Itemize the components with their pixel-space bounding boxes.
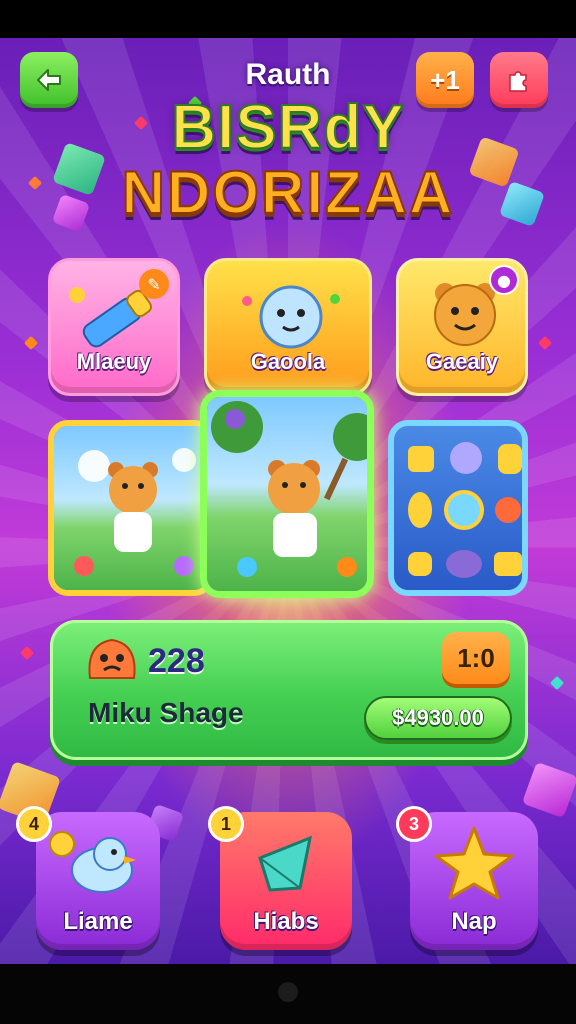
player-score: 228 — [148, 642, 205, 680]
bear-character-icon — [74, 448, 196, 576]
home-indicator[interactable] — [278, 982, 298, 1002]
sparkle-decoration — [549, 675, 565, 691]
sparkle-decoration — [23, 335, 39, 351]
sparkle-decoration — [537, 335, 553, 351]
game-title-line1: BISRdY — [170, 92, 405, 163]
category-tile-2[interactable]: Gaoola — [204, 258, 372, 396]
category-tile-3[interactable]: ● Gaeaiy — [396, 258, 528, 396]
category-label: Gaeaiy — [425, 349, 499, 374]
category-label: Gaoola — [250, 349, 326, 374]
level-button[interactable]: 1:0 — [442, 632, 510, 684]
nav-label: Liame — [63, 908, 133, 935]
bear-meadow-scene[interactable] — [48, 420, 214, 596]
nav-label: Hiabs — [253, 908, 319, 935]
nav-button-liame[interactable]: Liame — [36, 812, 160, 950]
lock-badge-icon: ● — [489, 265, 519, 295]
nav-label: Nap — [451, 908, 497, 935]
blob-monster-icon — [242, 285, 340, 349]
nav-badge: 4 — [16, 806, 52, 842]
orange-blob-avatar-icon — [88, 638, 136, 679]
sparkle-decoration — [19, 645, 35, 661]
edit-badge-icon: ✎ — [139, 269, 169, 299]
category-label: Mlaeuy — [76, 349, 152, 374]
price-button[interactable]: $4930.00 — [364, 696, 512, 740]
gem-collection-scene[interactable] — [388, 420, 528, 596]
bear-painting-scene[interactable] — [200, 390, 374, 598]
bear-painter-icon — [211, 401, 367, 577]
game-title-line2: NDORIZAA — [121, 158, 455, 227]
floating-cube-decoration — [521, 761, 576, 819]
category-tile-1[interactable]: ✎ Mlaeuy — [48, 258, 180, 396]
nav-badge: 1 — [208, 806, 244, 842]
nav-badge: 3 — [396, 806, 432, 842]
gem-icons — [408, 442, 522, 578]
player-name: Miku Shage — [88, 697, 244, 728]
game-subtitle: Rauth — [245, 58, 331, 91]
bird-icon — [49, 831, 136, 893]
